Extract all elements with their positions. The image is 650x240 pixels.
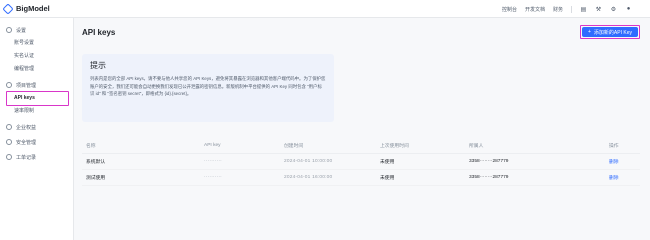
main-content: API keys + 添加新的API Key 提示 列表内是您的全部 API k… (74, 18, 650, 240)
page-title: API keys (82, 28, 116, 37)
brand-name: BigModel (16, 4, 50, 13)
delete-button[interactable]: 删除 (609, 158, 639, 165)
sidebar-group-projects[interactable]: 项目管理 (0, 79, 73, 91)
tools-icon[interactable]: ⚒ (595, 6, 602, 13)
document-icon[interactable]: ▤ (580, 6, 587, 13)
sidebar-item-account[interactable]: 账号设置 (0, 36, 73, 49)
sidebar-group-label: 企业权益 (16, 124, 37, 131)
col-name: 名称 (86, 144, 96, 149)
row-name: 系统默认 (86, 160, 106, 165)
add-api-key-button[interactable]: + 添加新的API Key (580, 25, 640, 39)
table-row: 系统默认 ·········· 2024-04-01 10:00:00 未使用 … (82, 154, 640, 170)
row-last-used: 未使用 (380, 176, 395, 181)
gear-icon[interactable]: ⚙ (610, 6, 617, 13)
sidebar-group-settings[interactable]: 设置 (0, 24, 73, 36)
settings-icon (6, 27, 12, 33)
row-owner: 3358········287779 (469, 175, 509, 180)
top-nav: 控制台 开发文档 财务 ▤ ⚒ ⚙ ● (502, 0, 632, 18)
tip-box: 提示 列表内是您的全部 API keys，请不要与他人共享您的 API Keys… (82, 54, 334, 122)
sidebar-group-label: 设置 (16, 27, 27, 34)
col-action: 操作 (609, 144, 619, 149)
project-icon (6, 82, 12, 88)
plus-icon: + (588, 29, 591, 35)
logo-icon (2, 2, 14, 15)
sidebar-group-tickets[interactable]: 工单记录 (0, 151, 73, 163)
divider (571, 5, 572, 13)
row-last-used: 未使用 (380, 160, 395, 165)
ticket-icon (6, 154, 12, 160)
col-created: 创建时间 (284, 144, 304, 149)
nav-docs[interactable]: 开发文档 (525, 6, 545, 13)
sidebar: 设置 账号设置 实名认证 编程管理 项目管理 API keys 速率限制 企业权… (0, 18, 74, 240)
avatar-icon[interactable]: ● (625, 6, 632, 13)
add-button-body[interactable]: + 添加新的API Key (582, 27, 638, 37)
sidebar-item-coding[interactable]: 编程管理 (0, 62, 73, 75)
add-button-label: 添加新的API Key (593, 29, 632, 36)
tip-text: 列表内是您的全部 API keys，请不要与他人共享您的 API Keys，避免… (90, 76, 326, 96)
sidebar-group-label: 项目管理 (16, 82, 37, 89)
sidebar-item-verification[interactable]: 实名认证 (0, 49, 73, 62)
enterprise-icon (6, 124, 12, 130)
row-owner: 3358········287779 (469, 159, 509, 164)
table-row: 测试使用 ·········· 2024-04-01 16:00:00 未使用 … (82, 170, 640, 186)
top-bar: BigModel 控制台 开发文档 财务 ▤ ⚒ ⚙ ● (0, 0, 650, 18)
sidebar-group-label: 安全管理 (16, 139, 37, 146)
col-last-used: 上次使用时间 (380, 144, 409, 149)
sidebar-item-api-keys[interactable]: API keys (0, 91, 73, 106)
row-created: 2024-04-01 10:00:00 (284, 159, 333, 164)
tip-title: 提示 (90, 61, 106, 70)
delete-button[interactable]: 删除 (609, 174, 639, 181)
sidebar-group-label: 工单记录 (16, 154, 37, 161)
col-owner: 所属人 (469, 144, 484, 149)
nav-console[interactable]: 控制台 (502, 6, 517, 13)
row-key: ·········· (204, 175, 222, 180)
api-keys-table: 名称 API key 创建时间 上次使用时间 所属人 操作 系统默认 ·····… (82, 138, 640, 186)
sidebar-group-enterprise[interactable]: 企业权益 (0, 121, 73, 133)
nav-finance[interactable]: 财务 (553, 6, 563, 13)
row-name: 测试使用 (86, 176, 106, 181)
shield-icon (6, 139, 12, 145)
table-header: 名称 API key 创建时间 上次使用时间 所属人 操作 (82, 138, 640, 154)
col-api-key: API key (204, 143, 221, 148)
brand[interactable]: BigModel (2, 2, 50, 15)
row-created: 2024-04-01 16:00:00 (284, 175, 333, 180)
row-key: ·········· (204, 159, 222, 164)
sidebar-group-security[interactable]: 安全管理 (0, 136, 73, 148)
